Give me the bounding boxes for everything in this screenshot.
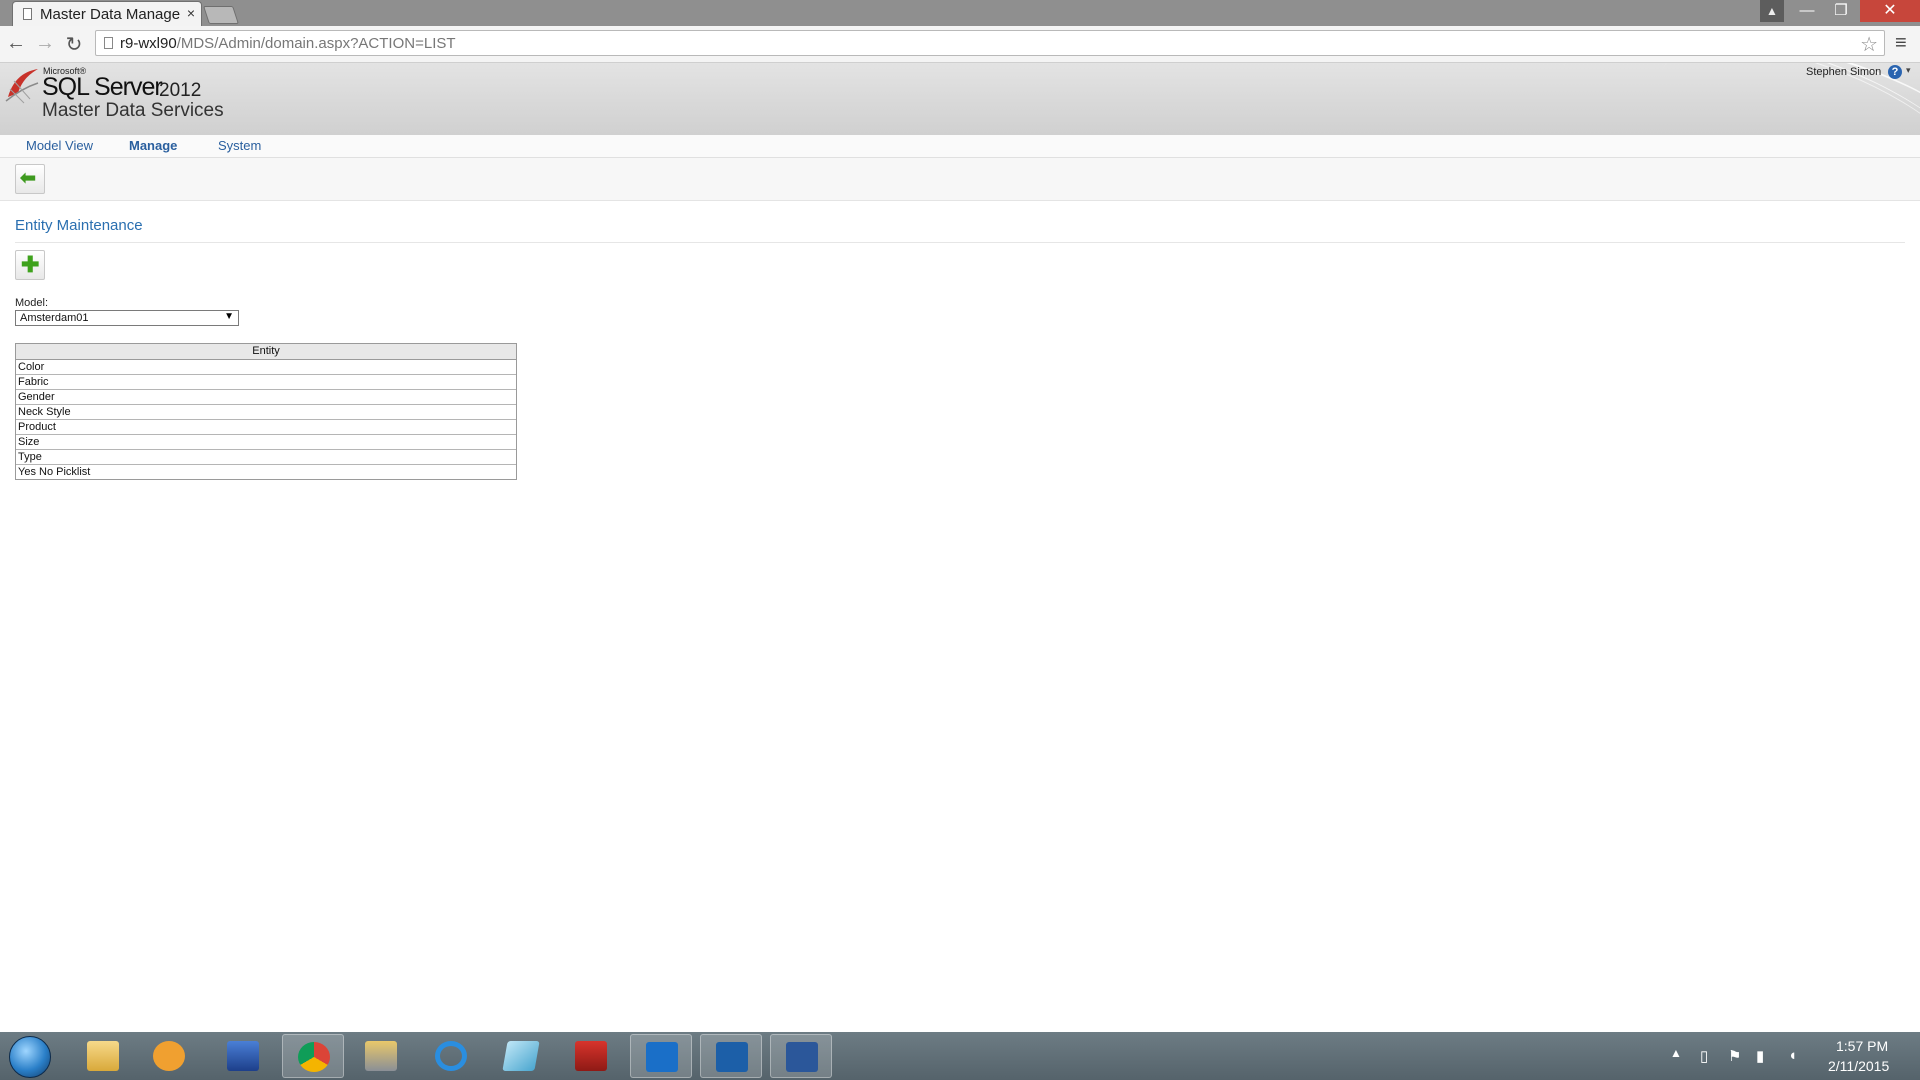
close-window-button[interactable]: ✕ <box>1860 0 1920 22</box>
main-nav: Model View Manage System <box>0 135 1920 158</box>
remote-desktop-icon <box>227 1041 259 1071</box>
model-select[interactable]: Amsterdam01 ▼ <box>15 310 239 326</box>
page-icon <box>104 37 113 49</box>
taskbar-word[interactable] <box>770 1034 832 1078</box>
internet-explorer-icon <box>435 1041 467 1071</box>
table-row[interactable]: Neck Style <box>16 405 516 420</box>
browser-toolbar: ← → ↻ r9-wxl90/MDS/Admin/domain.aspx?ACT… <box>0 26 1920 63</box>
help-icon[interactable]: ? <box>1888 65 1902 79</box>
tab-title: Master Data Manage <box>40 6 181 23</box>
product-name: SQL Server <box>42 73 163 101</box>
product-version: 2012 <box>159 80 202 101</box>
nav-manage[interactable]: Manage <box>129 138 177 153</box>
windows-taskbar: ▲ ▯ ⚑ ▮ ◖ 1:57 PM 2/11/2015 <box>0 1032 1920 1080</box>
notepad-icon <box>502 1041 540 1071</box>
outlook-icon <box>716 1042 748 1072</box>
url-host: r9-wxl90 <box>120 35 177 52</box>
table-row[interactable]: Fabric <box>16 375 516 390</box>
new-tab-button[interactable] <box>203 6 239 24</box>
nav-system[interactable]: System <box>218 138 261 153</box>
chevron-down-icon: ▼ <box>224 311 234 322</box>
browser-titlebar: Master Data Manage × ▲ — ❐ ✕ <box>0 0 1920 27</box>
start-button[interactable] <box>9 1036 51 1078</box>
battery-icon[interactable]: ▯ <box>1700 1047 1708 1065</box>
plus-icon: ✚ <box>21 252 40 277</box>
divider <box>15 242 1905 243</box>
back-button[interactable]: ⬅ <box>15 164 45 194</box>
taskbar-tools[interactable] <box>350 1034 412 1078</box>
page-title: Entity Maintenance <box>15 217 143 234</box>
entity-table: Entity Color Fabric Gender Neck Style Pr… <box>15 343 517 480</box>
minimize-button[interactable]: — <box>1790 0 1824 22</box>
table-row[interactable]: Product <box>16 420 516 435</box>
taskbar-internet-explorer[interactable] <box>420 1034 482 1078</box>
folder-icon <box>87 1041 119 1071</box>
url-text[interactable]: r9-wxl90/MDS/Admin/domain.aspx?ACTION=LI… <box>120 35 456 52</box>
word-icon <box>786 1042 818 1072</box>
add-entity-button[interactable]: ✚ <box>15 250 45 280</box>
table-row[interactable]: Size <box>16 435 516 450</box>
taskbar-lync[interactable] <box>630 1034 692 1078</box>
taskbar-chrome[interactable] <box>282 1034 344 1078</box>
mds-banner: Microsoft® SQL Server 2012 Master Data S… <box>0 63 1920 135</box>
help-dropdown-icon[interactable]: ▾ <box>1906 65 1911 76</box>
taskbar-file-explorer[interactable] <box>72 1034 134 1078</box>
product-subtitle: Master Data Services <box>42 100 224 121</box>
model-select-value: Amsterdam01 <box>20 312 89 324</box>
back-arrow-icon[interactable]: ← <box>4 32 28 55</box>
user-profile-icon[interactable]: ▲ <box>1760 0 1784 22</box>
tools-icon <box>365 1041 397 1071</box>
network-icon[interactable]: ▮ <box>1756 1047 1764 1065</box>
user-name: Stephen Simon <box>1806 66 1882 78</box>
toolbox-icon <box>575 1041 607 1071</box>
lync-icon <box>646 1042 678 1072</box>
show-hidden-icons[interactable]: ▲ <box>1670 1046 1682 1060</box>
chrome-menu-icon[interactable]: ≡ <box>1895 32 1907 55</box>
back-arrow-icon: ⬅ <box>20 168 36 189</box>
reload-icon[interactable]: ↻ <box>62 32 86 57</box>
table-row[interactable]: Type <box>16 450 516 465</box>
url-path: /MDS/Admin/domain.aspx?ACTION=LIST <box>176 35 456 52</box>
taskbar-outlook[interactable] <box>700 1034 762 1078</box>
taskbar-notepad[interactable] <box>490 1034 552 1078</box>
action-bar: ⬅ <box>0 158 1920 201</box>
sql-server-logo-icon <box>5 69 39 104</box>
model-label: Model: <box>15 297 49 309</box>
table-row[interactable]: Yes No Picklist <box>16 465 516 479</box>
table-header: Entity <box>16 344 516 360</box>
media-player-icon <box>153 1041 185 1071</box>
maximize-button[interactable]: ❐ <box>1824 0 1858 22</box>
volume-icon[interactable]: ◖ <box>1788 1047 1797 1064</box>
table-row[interactable]: Color <box>16 360 516 375</box>
bookmark-star-icon[interactable]: ☆ <box>1860 32 1878 57</box>
taskbar-remote-desktop[interactable] <box>212 1034 274 1078</box>
tab-close-icon[interactable]: × <box>187 5 195 21</box>
address-bar[interactable]: r9-wxl90/MDS/Admin/domain.aspx?ACTION=LI… <box>95 30 1885 56</box>
page-icon <box>23 8 32 20</box>
clock-date[interactable]: 2/11/2015 <box>1828 1058 1889 1074</box>
clock-time[interactable]: 1:57 PM <box>1836 1038 1888 1054</box>
browser-tab[interactable]: Master Data Manage × <box>12 1 202 27</box>
taskbar-toolbox[interactable] <box>560 1034 622 1078</box>
nav-model-view[interactable]: Model View <box>26 138 93 153</box>
taskbar-media-player[interactable] <box>138 1034 200 1078</box>
chrome-icon <box>298 1042 330 1072</box>
table-row[interactable]: Gender <box>16 390 516 405</box>
forward-arrow-icon[interactable]: → <box>33 32 57 55</box>
flag-icon[interactable]: ⚑ <box>1728 1047 1741 1065</box>
